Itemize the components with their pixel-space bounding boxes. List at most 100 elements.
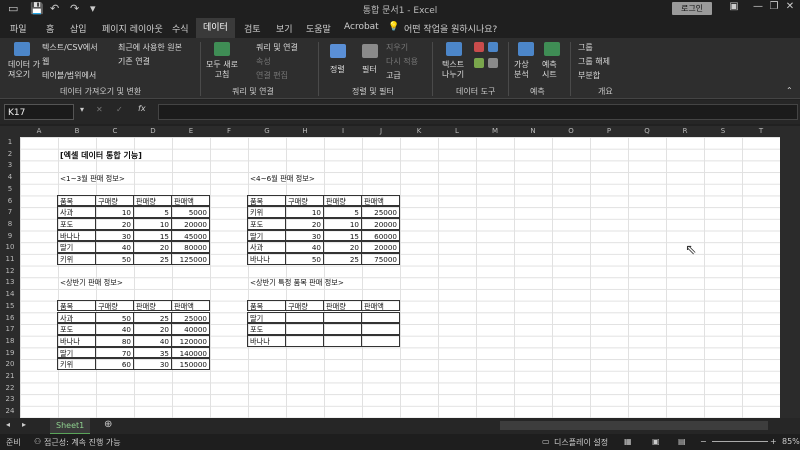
sheet-title[interactable]: [엑셀 데이터 통합 기능] (60, 150, 142, 161)
table-cell[interactable]: 키위 (57, 358, 96, 370)
table-header-cell[interactable]: 판매액 (361, 299, 400, 312)
table-cell[interactable]: 사과 (57, 311, 96, 324)
table-header-cell[interactable]: 판매액 (361, 194, 400, 207)
table-cell[interactable]: 60000 (361, 229, 400, 242)
table-header-cell[interactable]: 품목 (247, 299, 286, 312)
table-cell[interactable] (285, 323, 324, 335)
table-cell[interactable]: 딸기 (247, 311, 286, 324)
label-h1-sales[interactable]: <상반기 판매 정보> (60, 278, 123, 288)
table-cell[interactable]: 포도 (247, 323, 286, 335)
row-header[interactable]: 22 (0, 383, 20, 395)
login-button[interactable]: 로그인 (672, 2, 712, 15)
filter-button[interactable]: 필터 (362, 64, 377, 75)
label-q2-sales[interactable]: <4~6월 판매 정보> (250, 174, 315, 184)
column-header[interactable]: F (210, 126, 248, 137)
table-cell[interactable]: 50 (285, 253, 324, 265)
row-header[interactable]: 12 (0, 266, 20, 278)
table-cell[interactable]: 40 (133, 334, 172, 347)
data-validation-icon[interactable] (488, 42, 498, 52)
table-cell[interactable]: 15 (133, 229, 172, 242)
row-header[interactable]: 23 (0, 394, 20, 406)
table-cell[interactable]: 사과 (57, 206, 96, 218)
horizontal-scrollbar[interactable] (500, 421, 768, 430)
table-cell[interactable]: 140000 (171, 346, 210, 359)
column-header[interactable]: O (552, 126, 590, 137)
insert-function-icon[interactable]: fx (138, 104, 146, 113)
table-cell[interactable] (285, 334, 324, 347)
table-header-cell[interactable]: 품목 (247, 194, 286, 207)
table-cell[interactable]: 25000 (171, 311, 210, 324)
table-cell[interactable]: 80000 (171, 241, 210, 253)
table-cell[interactable]: 10 (133, 217, 172, 230)
table-cell[interactable]: 40000 (171, 323, 210, 335)
table-header-cell[interactable]: 구매량 (285, 194, 324, 207)
tell-me-search[interactable]: 어떤 작업을 원하시나요? (404, 22, 497, 35)
prev-sheet-icon[interactable]: ◂ (6, 420, 10, 429)
table-cell[interactable]: 바나나 (57, 229, 96, 242)
table-cell[interactable]: 딸기 (57, 346, 96, 359)
what-if-analysis-button[interactable]: 가상 분석 (514, 60, 529, 80)
table-header-cell[interactable]: 판매액 (171, 299, 210, 312)
table-cell[interactable]: 25 (323, 253, 362, 265)
forecast-sheet-button[interactable]: 예측 시트 (542, 60, 557, 80)
column-header[interactable]: M (476, 126, 514, 137)
table-cell[interactable]: 30 (95, 229, 134, 242)
remove-duplicates-icon[interactable] (474, 42, 484, 52)
row-header[interactable]: 24 (0, 406, 20, 418)
zoom-slider[interactable] (712, 441, 768, 442)
accessibility-status[interactable]: 접근성: 계속 진행 가능 (44, 437, 121, 448)
refresh-all-button[interactable]: 모두 새로 고침 (206, 60, 238, 80)
table-cell[interactable]: 30 (133, 358, 172, 370)
row-header[interactable]: 9 (0, 231, 20, 243)
ungroup-button[interactable]: 그룹 해제 (578, 56, 610, 67)
row-header[interactable]: 14 (0, 289, 20, 301)
enter-icon[interactable]: ✓ (116, 105, 123, 114)
table-cell[interactable]: 125000 (171, 253, 210, 265)
table-cell[interactable]: 60 (95, 358, 134, 370)
row-header[interactable]: 7 (0, 207, 20, 219)
table-cell[interactable]: 15 (323, 229, 362, 242)
table-cell[interactable]: 포도 (57, 217, 96, 230)
table-range-button[interactable]: 테이블/범위에서 (42, 70, 96, 81)
table-header-cell[interactable]: 구매량 (95, 194, 134, 207)
table-cell[interactable]: 45000 (171, 229, 210, 242)
column-header[interactable]: K (400, 126, 438, 137)
row-header[interactable]: 3 (0, 160, 20, 172)
column-header[interactable]: N (514, 126, 552, 137)
table-cell[interactable]: 50 (95, 311, 134, 324)
row-header[interactable]: 5 (0, 184, 20, 196)
tab-formulas[interactable]: 수식 (172, 22, 189, 35)
table-header-cell[interactable]: 판매액 (171, 194, 210, 207)
get-data-button[interactable]: 데이터 가 져오기 (8, 60, 40, 80)
column-header[interactable]: D (134, 126, 172, 137)
table-cell[interactable]: 120000 (171, 334, 210, 347)
table-cell[interactable]: 25 (133, 311, 172, 324)
row-header[interactable]: 10 (0, 242, 20, 254)
table-cell[interactable]: 5000 (171, 206, 210, 218)
table-cell[interactable] (323, 311, 362, 324)
table-cell[interactable]: 20000 (361, 241, 400, 253)
display-settings-button[interactable]: 디스플레이 설정 (554, 437, 608, 448)
table-cell[interactable]: 150000 (171, 358, 210, 370)
column-header[interactable]: T (742, 126, 780, 137)
table-cell[interactable]: 35 (133, 346, 172, 359)
table-header-cell[interactable]: 품목 (57, 299, 96, 312)
table-header-cell[interactable]: 판매량 (323, 299, 362, 312)
ribbon-display-icon[interactable]: ▣ (722, 1, 746, 12)
sheet-tab-sheet1[interactable]: Sheet1 (50, 418, 91, 435)
table-cell[interactable]: 80 (95, 334, 134, 347)
table-cell[interactable]: 사과 (247, 241, 286, 253)
flash-fill-icon[interactable] (474, 58, 484, 68)
column-header[interactable]: H (286, 126, 324, 137)
table-header-cell[interactable]: 판매량 (133, 299, 172, 312)
table-cell[interactable]: 5 (133, 206, 172, 218)
close-icon[interactable]: ✕ (778, 1, 800, 12)
table-cell[interactable]: 바나나 (247, 253, 286, 265)
normal-view-icon[interactable]: ▦ (624, 437, 632, 446)
table-cell[interactable] (323, 323, 362, 335)
clear-button[interactable]: 지우기 (386, 42, 408, 53)
table-cell[interactable] (361, 334, 400, 347)
row-header[interactable]: 1 (0, 137, 20, 149)
existing-connections-button[interactable]: 기존 연결 (118, 56, 150, 67)
table-header-cell[interactable]: 판매량 (323, 194, 362, 207)
